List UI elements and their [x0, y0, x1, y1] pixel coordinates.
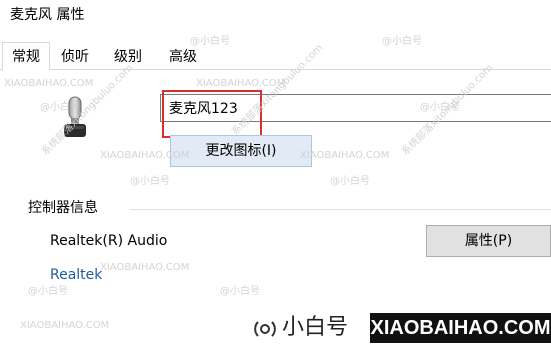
tab-advanced[interactable]: 高级 [162, 44, 204, 70]
controller-section-title: 控制器信息 [28, 200, 98, 216]
properties-button[interactable]: 属性(P) [426, 225, 551, 257]
brand-name-cn: 小白号 [282, 315, 349, 340]
tab-strip: 常规 侦听 级别 高级 [0, 42, 551, 71]
brand-name-en: XIAOBAIHAO.COM [370, 313, 551, 343]
change-icon-button[interactable]: 更改图标(I) [170, 135, 312, 167]
window-title: 麦克风 属性 [10, 7, 85, 23]
controller-name: Realtek(R) Audio [50, 233, 168, 249]
brand-logo-icon [254, 321, 276, 337]
section-divider [130, 209, 551, 210]
device-name-input[interactable] [160, 94, 551, 122]
title-bar: 麦克风 属性 [0, 0, 551, 30]
controller-vendor-link[interactable]: Realtek [50, 265, 102, 285]
tab-listen[interactable]: 侦听 [56, 44, 94, 70]
tab-general[interactable]: 常规 [2, 42, 50, 71]
tab-levels[interactable]: 级别 [108, 44, 148, 70]
brand-watermark: 小白号 XIAOBAIHAO.COM [248, 312, 551, 344]
microphone-icon [64, 96, 86, 137]
